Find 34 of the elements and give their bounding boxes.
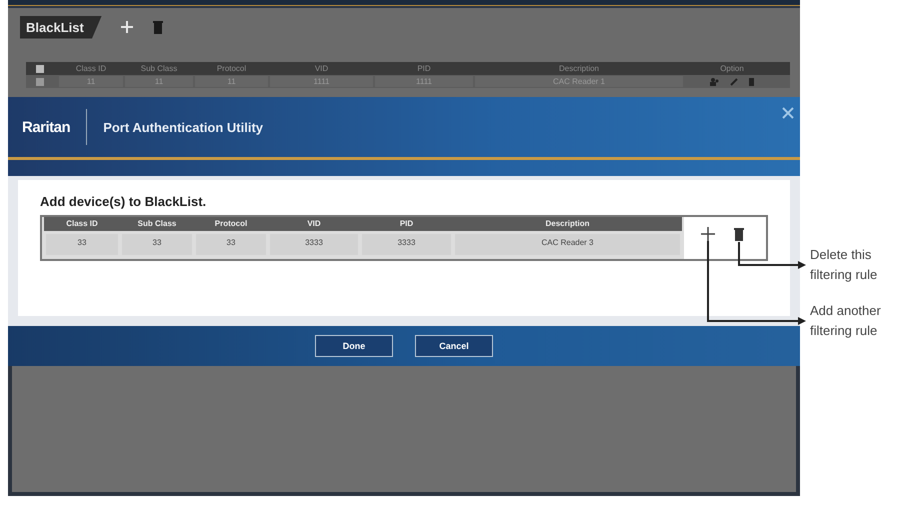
checkbox-icon[interactable] [36, 78, 44, 86]
column-header: PID [416, 64, 432, 73]
column-header: Description [558, 64, 600, 73]
table-cell: 33 [196, 234, 266, 255]
table-cell: 3333 [270, 234, 358, 255]
dialog-button[interactable]: Cancel [415, 335, 493, 357]
pencil-icon[interactable] [730, 78, 738, 86]
column-header: Sub Class [120, 217, 194, 231]
dialog-title: Port Authentication Utility [103, 120, 264, 134]
users-icon[interactable] [710, 78, 720, 86]
column-header: Protocol [194, 217, 268, 231]
callout-text: Add another filtering rule [810, 302, 882, 340]
table-cell: 3333 [362, 234, 451, 255]
column-header: VID [268, 217, 360, 231]
trash-icon[interactable] [733, 227, 745, 242]
brand-logo: Raritan [22, 118, 70, 136]
column-header: PID [360, 217, 453, 231]
column-header: Protocol [216, 64, 248, 73]
dialog-button[interactable]: Done [315, 335, 393, 357]
column-header: Sub Class [140, 64, 178, 73]
add-icon[interactable] [701, 227, 715, 241]
section-heading: Add device(s) to BlackList. [40, 194, 208, 209]
column-header: Description [453, 217, 682, 231]
column-header: Class ID [44, 217, 120, 231]
table-cell: 33 [46, 234, 118, 255]
list-tab[interactable]: BlackList [20, 16, 102, 38]
checkbox-icon[interactable] [36, 64, 44, 72]
table-cell: 33 [122, 234, 192, 255]
column-header: Option [719, 64, 745, 73]
table-cell: CAC Reader 3 [455, 234, 680, 255]
callout-text: Delete this filtering rule [810, 246, 878, 284]
column-header: Class ID [74, 64, 108, 73]
column-header: VID [314, 64, 330, 73]
close-icon[interactable] [782, 107, 794, 119]
